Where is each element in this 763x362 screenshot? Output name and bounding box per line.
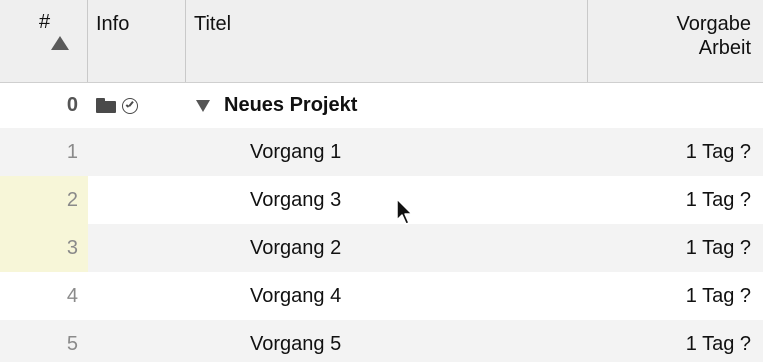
column-header-title-label: Titel [194,13,232,35]
row-title-cell[interactable]: Vorgang 4 [186,272,588,320]
column-header-work-line1: Vorgabe [676,13,751,35]
row-number: 4 [66,284,78,307]
column-header-info-label: Info [96,13,130,35]
row-number: 2 [0,176,88,224]
table-row[interactable]: 3 Vorgang 2 1 Tag ? [0,224,763,272]
sort-ascending-icon[interactable] [51,36,69,50]
task-title: Vorgang 5 [250,332,342,355]
row-title-cell[interactable]: Vorgang 3 [186,176,588,224]
row-work[interactable]: 1 Tag ? [588,224,763,272]
row-work[interactable]: 1 Tag ? [588,176,763,224]
disclosure-triangle-icon[interactable] [196,99,210,112]
task-title: Vorgang 3 [250,188,342,211]
clock-icon [122,97,138,114]
row-work[interactable]: 1 Tag ? [588,128,763,176]
row-number: 5 [66,332,78,355]
column-header-info[interactable]: Info [88,0,186,82]
row-number: 1 [66,140,78,163]
row-info [88,83,186,128]
row-number: 0 [66,94,78,116]
row-title-cell[interactable]: Vorgang 5 [186,320,588,362]
row-info [88,128,186,176]
column-header-title[interactable]: Titel [186,0,588,82]
row-title-cell[interactable]: Vorgang 1 [186,128,588,176]
column-header-number-label: # [39,11,51,33]
table-row[interactable]: 4 Vorgang 4 1 Tag ? [0,272,763,320]
row-work[interactable]: 1 Tag ? [588,272,763,320]
row-info [88,320,186,362]
table-row[interactable]: 2 Vorgang 3 1 Tag ? [0,176,763,224]
project-title: Neues Projekt [224,94,358,116]
table-body: 0 Neues Projekt 1 Vorgang 1 1 Tag ? 2 Vo… [0,83,763,362]
task-title: Vorgang 4 [250,284,342,307]
project-row[interactable]: 0 Neues Projekt [0,83,763,128]
row-work[interactable] [588,83,763,128]
row-info [88,224,186,272]
folder-icon [96,98,116,113]
row-info [88,272,186,320]
column-header-work[interactable]: Vorgabe Arbeit [588,0,763,82]
column-header-work-line2: Arbeit [698,37,751,59]
row-title-cell[interactable]: Neues Projekt [186,83,588,128]
row-number: 3 [0,224,88,272]
task-table: # Info Titel Vorgabe Arbeit 0 Neues Proj… [0,0,763,362]
row-work[interactable]: 1 Tag ? [588,320,763,362]
mouse-pointer-icon [396,198,413,225]
table-row[interactable]: 5 Vorgang 5 1 Tag ? [0,320,763,362]
row-title-cell[interactable]: Vorgang 2 [186,224,588,272]
column-header-number[interactable]: # [0,0,88,82]
table-row[interactable]: 1 Vorgang 1 1 Tag ? [0,128,763,176]
task-title: Vorgang 2 [250,236,342,259]
table-header: # Info Titel Vorgabe Arbeit [0,0,763,83]
task-title: Vorgang 1 [250,140,342,163]
row-info [88,176,186,224]
